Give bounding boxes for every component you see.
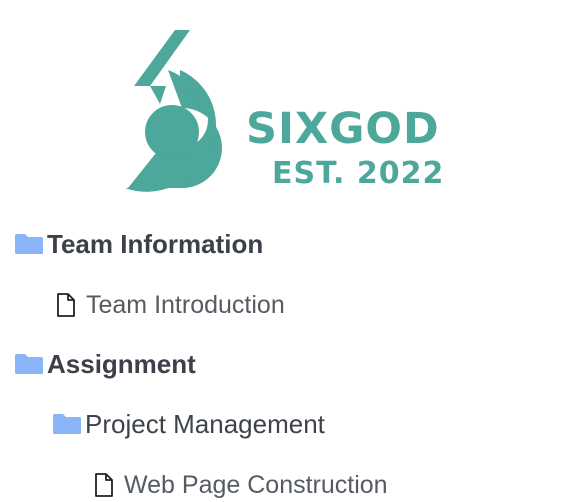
tree-item-project-management[interactable]: Project Management	[52, 406, 325, 442]
tree-item-team-introduction[interactable]: Team Introduction	[56, 287, 285, 323]
folder-icon	[14, 233, 44, 255]
tree-item-team-information[interactable]: Team Information	[14, 226, 263, 262]
file-tree: Team Information Team Introduction Assig…	[0, 0, 586, 502]
tree-item-label: Web Page Construction	[124, 470, 388, 499]
tree-item-label: Team Introduction	[86, 290, 285, 319]
tree-item-label: Team Information	[47, 228, 264, 259]
tree-item-web-page-construction[interactable]: Web Page Construction	[94, 467, 388, 502]
tree-item-label: Project Management	[85, 408, 325, 439]
tree-item-label: Assignment	[47, 348, 196, 379]
file-icon	[94, 473, 114, 497]
tree-item-assignment[interactable]: Assignment	[14, 346, 196, 382]
folder-icon	[52, 413, 82, 435]
file-icon	[56, 293, 76, 317]
folder-icon	[14, 353, 44, 375]
